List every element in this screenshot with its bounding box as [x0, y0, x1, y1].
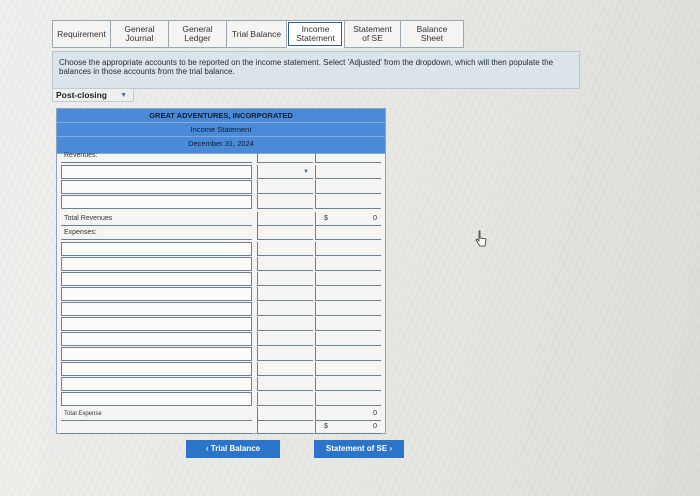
- balance-type-value: Post-closing: [56, 90, 108, 100]
- expense-account-select[interactable]: [61, 257, 252, 271]
- net-dollar: $: [324, 423, 328, 430]
- expense-account-select[interactable]: [61, 377, 252, 391]
- table-row: [57, 347, 385, 361]
- table-row: Expenses:: [57, 226, 385, 240]
- total-revenues-value: 0: [373, 215, 377, 222]
- total-revenues-label: Total Revenues: [64, 215, 113, 222]
- table-row: [57, 257, 385, 271]
- table-row: [57, 377, 385, 391]
- total-expense-label: Total Expense: [64, 411, 102, 417]
- expense-account-select[interactable]: [61, 302, 252, 316]
- next-statement-of-se-button[interactable]: Statement of SE ›: [314, 440, 404, 458]
- expense-amount-input[interactable]: [257, 317, 313, 331]
- tab-balance-sheet[interactable]: Balance Sheet: [400, 20, 464, 48]
- revenue-amount-input[interactable]: [257, 180, 313, 194]
- expense-amount-input[interactable]: [257, 257, 313, 271]
- expense-amount-input[interactable]: [257, 302, 313, 316]
- expense-amount-input[interactable]: [257, 287, 313, 301]
- table-row: [57, 302, 385, 316]
- table-row: [57, 332, 385, 346]
- tab-trial-balance[interactable]: Trial Balance: [226, 20, 286, 48]
- instructions-box: Choose the appropriate accounts to be re…: [52, 51, 580, 89]
- instructions-text: Choose the appropriate accounts to be re…: [59, 58, 554, 76]
- balance-type-select[interactable]: Post-closing ▼: [52, 88, 134, 102]
- tab-bar: Requirement General Journal General Ledg…: [52, 20, 464, 50]
- mouse-cursor-icon: [475, 230, 487, 247]
- expense-account-select[interactable]: [61, 392, 252, 406]
- revenue-amount-input[interactable]: [257, 195, 313, 209]
- tab-general-journal[interactable]: General Journal: [110, 20, 168, 48]
- net-value: 0: [373, 423, 377, 430]
- table-row: [57, 180, 385, 194]
- revenue-account-select[interactable]: [61, 165, 252, 179]
- income-statement-table: GREAT ADVENTURES, INCORPORATED Income St…: [56, 108, 386, 434]
- chevron-down-icon: ▼: [303, 169, 309, 175]
- tab-income-statement[interactable]: Income Statement: [286, 20, 344, 48]
- table-row: [57, 392, 385, 406]
- expense-amount-input[interactable]: [257, 377, 313, 391]
- expense-account-select[interactable]: [61, 242, 252, 256]
- expense-account-select[interactable]: [61, 362, 252, 376]
- expense-amount-input[interactable]: [257, 272, 313, 286]
- revenue-amount-input[interactable]: ▼: [257, 165, 313, 179]
- expense-amount-input[interactable]: [257, 347, 313, 361]
- expense-amount-input[interactable]: [257, 362, 313, 376]
- expense-account-select[interactable]: [61, 347, 252, 361]
- expense-account-select[interactable]: [61, 287, 252, 301]
- prev-trial-balance-button[interactable]: ‹ Trial Balance: [186, 440, 280, 458]
- table-row: [57, 287, 385, 301]
- table-row: [57, 195, 385, 209]
- revenue-account-select[interactable]: [61, 180, 252, 194]
- tab-requirement[interactable]: Requirement: [52, 20, 110, 48]
- total-expense-value: 0: [373, 410, 377, 417]
- tab-statement-of-se[interactable]: Statement of SE: [344, 20, 400, 48]
- revenues-label: Revenues:: [64, 152, 98, 159]
- table-row: $ 0: [57, 420, 385, 434]
- expenses-label: Expenses:: [64, 229, 97, 236]
- table-row: [57, 242, 385, 256]
- statement-title: Income Statement: [57, 123, 385, 137]
- expense-amount-input[interactable]: [257, 332, 313, 346]
- revenue-account-select[interactable]: [61, 195, 252, 209]
- table-row: Total Revenues $ 0: [57, 212, 385, 226]
- expense-account-select[interactable]: [61, 317, 252, 331]
- table-row: [57, 362, 385, 376]
- expense-amount-input[interactable]: [257, 392, 313, 406]
- table-row: ▼: [57, 165, 385, 179]
- expense-account-select[interactable]: [61, 272, 252, 286]
- tab-general-ledger[interactable]: General Ledger: [168, 20, 226, 48]
- chevron-down-icon: ▼: [120, 92, 127, 99]
- table-row: Total Expense 0: [57, 407, 385, 421]
- table-row: Revenues:: [57, 149, 385, 163]
- total-revenues-dollar: $: [324, 215, 328, 222]
- table-row: [57, 272, 385, 286]
- expense-account-select[interactable]: [61, 332, 252, 346]
- table-row: [57, 317, 385, 331]
- company-name: GREAT ADVENTURES, INCORPORATED: [57, 109, 385, 123]
- expense-amount-input[interactable]: [257, 242, 313, 256]
